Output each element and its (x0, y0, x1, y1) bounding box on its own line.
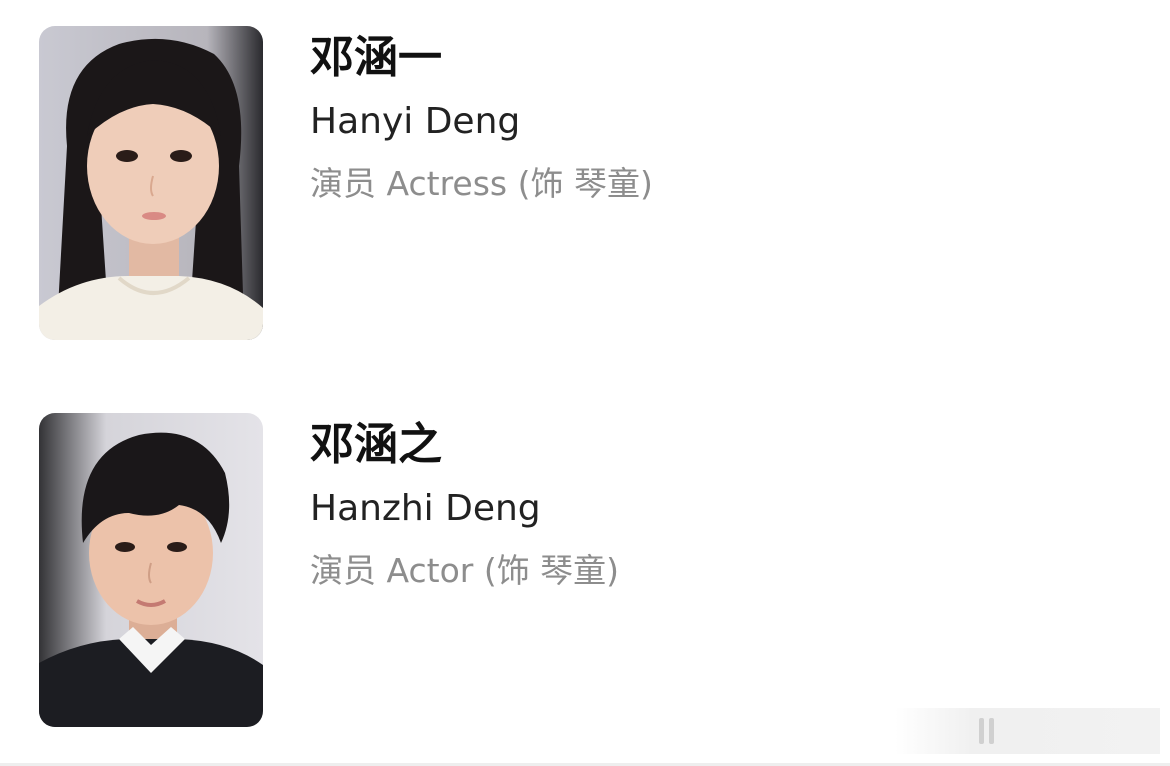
cast-photo[interactable] (39, 26, 263, 340)
cast-role: 演员 Actor (饰 琴童) (310, 551, 620, 590)
cast-name-en: Hanzhi Deng (310, 488, 541, 529)
cast-item[interactable]: 邓涵一 Hanyi Deng 演员 Actress (饰 琴童) (0, 26, 1170, 346)
cast-list: 邓涵一 Hanyi Deng 演员 Actress (饰 琴童) 邓涵之 Han… (0, 0, 1170, 766)
watermark-bar (989, 718, 994, 744)
cast-name-zh: 邓涵之 (310, 419, 442, 470)
watermark-bar (979, 718, 984, 744)
boy-portrait-icon (39, 413, 263, 727)
cast-item[interactable]: 邓涵之 Hanzhi Deng 演员 Actor (饰 琴童) (0, 413, 1170, 733)
cast-role: 演员 Actress (饰 琴童) (310, 164, 653, 203)
girl-portrait-icon (39, 26, 263, 340)
watermark (895, 708, 1160, 754)
cast-photo[interactable] (39, 413, 263, 727)
cast-name-en: Hanyi Deng (310, 101, 521, 142)
cast-name-zh: 邓涵一 (310, 32, 442, 83)
